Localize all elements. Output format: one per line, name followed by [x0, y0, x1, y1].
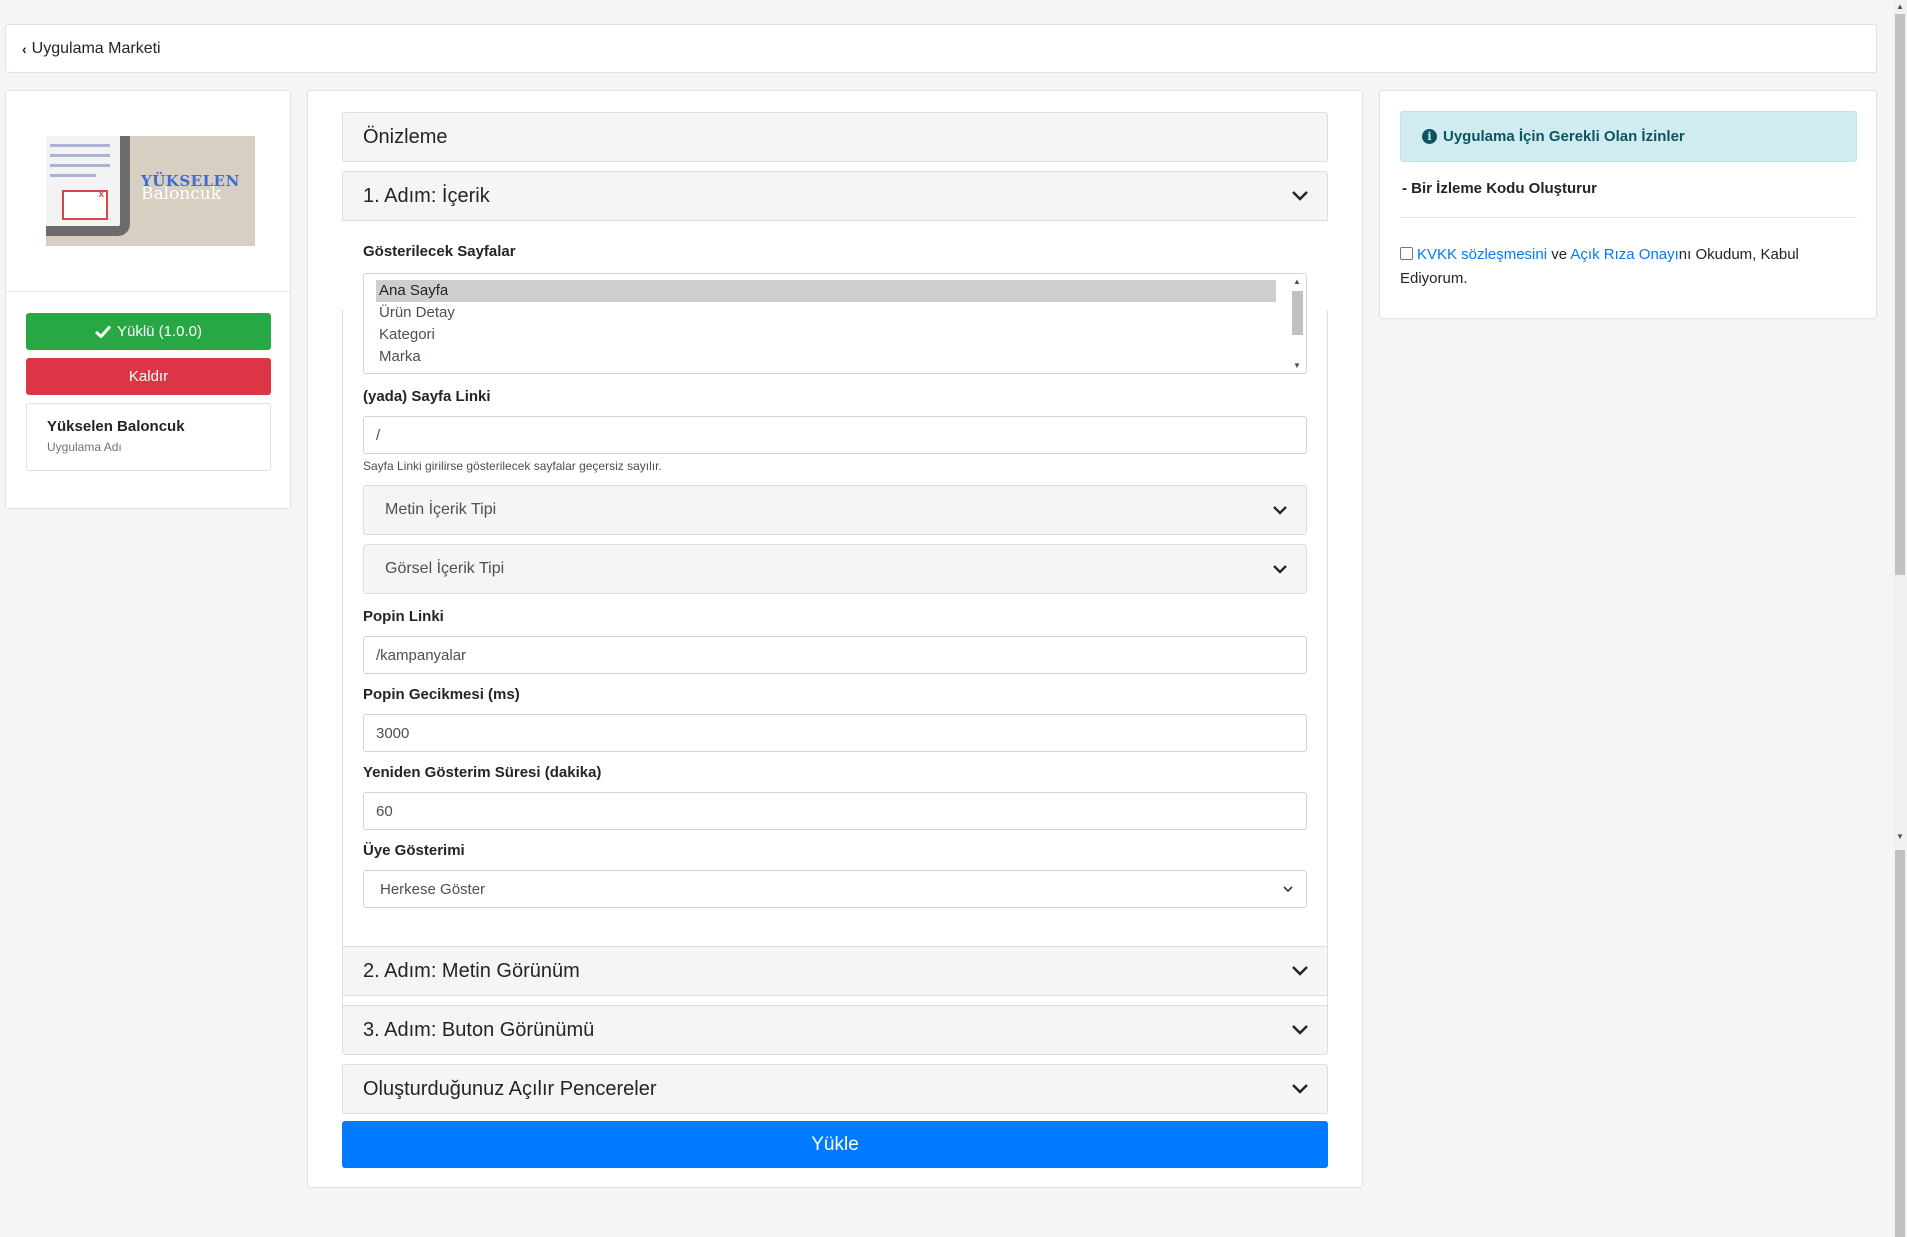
popin-delay-label: Popin Gecikmesi (ms): [363, 686, 520, 703]
page-link-input[interactable]: /: [363, 416, 1307, 454]
app-name-caption: Uygulama Adı: [47, 440, 122, 454]
pages-multiselect[interactable]: Ana Sayfa Ürün Detay Kategori Marka ▲ ▼: [363, 273, 1307, 374]
chevron-down-icon: [1273, 506, 1287, 515]
page-option[interactable]: Marka: [376, 346, 1276, 368]
image-content-type-accordion[interactable]: Görsel İçerik Tipi: [363, 544, 1307, 594]
permissions-alert: i Uygulama İçin Gerekli Olan İzinler: [1400, 111, 1857, 162]
listbox-scrollbar[interactable]: ▲ ▼: [1289, 275, 1305, 372]
member-display-label: Üye Gösterimi: [363, 842, 465, 859]
back-label: Uygulama Marketi: [31, 39, 161, 57]
check-icon: [94, 325, 111, 338]
page-link-hint: Sayfa Linki girilirse gösterilecek sayfa…: [363, 459, 662, 473]
chevron-down-icon: [1292, 966, 1308, 976]
explicit-consent-link[interactable]: Açık Rıza Onayı: [1570, 246, 1678, 263]
popin-delay-input[interactable]: 3000: [363, 714, 1307, 752]
remove-button[interactable]: Kaldır: [26, 358, 271, 395]
app-info-card: x YÜKSELEN Baloncuk Yüklü (1.0.0) Kaldır…: [5, 90, 291, 509]
consent-row: KVKK sözleşmesini ve Açık Rıza Onayını O…: [1400, 246, 1799, 287]
page-option[interactable]: Kategori: [376, 324, 1276, 346]
chevron-down-icon: [1273, 565, 1287, 574]
kvkk-link[interactable]: KVKK sözleşmesini: [1417, 246, 1547, 263]
step3-accordion[interactable]: 3. Adım: Buton Görünümü: [342, 1005, 1328, 1055]
app-name-box: Yükselen Baloncuk Uygulama Adı: [26, 403, 271, 471]
chevron-down-icon: [1292, 1025, 1308, 1035]
pages-label: Gösterilecek Sayfalar: [363, 243, 516, 260]
chevron-down-icon: [1283, 886, 1293, 893]
chevron-down-icon: [1292, 191, 1308, 201]
chevron-left-icon: ‹: [22, 40, 27, 57]
popin-link-label: Popin Linki: [363, 608, 444, 625]
app-settings-card: Önizleme 1. Adım: İçerik Gösterilecek Sa…: [307, 90, 1363, 1188]
permission-item: - Bir İzleme Kodu Oluşturur: [1402, 180, 1598, 197]
consent-checkbox[interactable]: [1400, 247, 1413, 260]
page-option[interactable]: Ana Sayfa: [376, 280, 1276, 302]
permissions-card: i Uygulama İçin Gerekli Olan İzinler - B…: [1379, 90, 1877, 319]
reshow-duration-label: Yeniden Gösterim Süresi (dakika): [363, 764, 602, 781]
text-content-type-accordion[interactable]: Metin İçerik Tipi: [363, 485, 1307, 535]
app-name: Yükselen Baloncuk: [47, 418, 185, 435]
preview-accordion[interactable]: Önizleme: [342, 112, 1328, 162]
thumbnail-subtitle: Baloncuk: [141, 184, 222, 204]
member-display-select[interactable]: Herkese Göster: [363, 870, 1307, 908]
step2-accordion[interactable]: 2. Adım: Metin Görünüm: [342, 946, 1328, 996]
back-to-market-link[interactable]: ‹ Uygulama Marketi: [5, 24, 1877, 73]
chevron-down-icon: [1292, 1084, 1308, 1094]
popin-link-input[interactable]: /kampanyalar: [363, 636, 1307, 674]
page-option[interactable]: Ürün Detay: [376, 302, 1276, 324]
created-popups-accordion[interactable]: Oluşturduğunuz Açılır Pencereler: [342, 1064, 1328, 1114]
info-icon: i: [1422, 129, 1437, 144]
page-link-label: (yada) Sayfa Linki: [363, 388, 491, 405]
step1-accordion[interactable]: 1. Adım: İçerik: [342, 171, 1328, 221]
app-thumbnail: x YÜKSELEN Baloncuk: [46, 136, 255, 246]
reshow-duration-input[interactable]: 60: [363, 792, 1307, 830]
submit-button[interactable]: Yükle: [342, 1121, 1328, 1168]
installed-button[interactable]: Yüklü (1.0.0): [26, 313, 271, 350]
page-scrollbar[interactable]: ▲ ▼: [1893, 0, 1907, 1237]
